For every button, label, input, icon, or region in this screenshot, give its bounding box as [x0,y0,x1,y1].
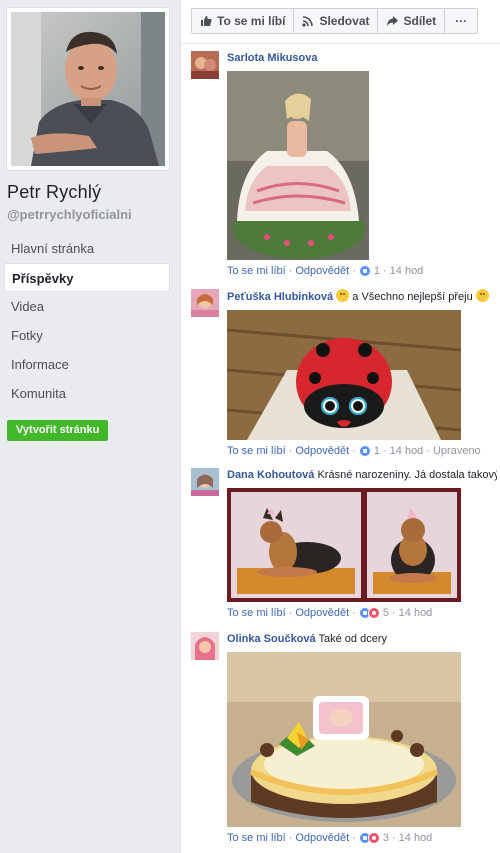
nav-item-posts[interactable]: Příspěvky [4,263,170,292]
comment-photo[interactable] [227,652,461,827]
like-reaction-icon [358,265,371,277]
nav-item-videos[interactable]: Videa [4,292,170,321]
comment-author[interactable]: Sarlota Mikusova [227,52,317,64]
comment-like-link[interactable]: To se mi líbí [227,607,286,619]
more-options-button[interactable]: ··· [444,8,479,34]
comment-photo[interactable] [227,310,461,440]
comment-author[interactable]: Dana Kohoutová [227,469,314,481]
comment-reply-link[interactable]: Odpovědět [295,607,349,619]
comment-text: Také od dcery [318,633,387,645]
edited-label[interactable]: Upraveno [433,445,481,457]
love-reaction-icon [367,832,380,844]
commenter-avatar[interactable] [191,632,219,660]
reaction-summary[interactable] [358,607,380,619]
comment-photo[interactable] [227,488,461,602]
comment-meta: To se mi líbí · Odpovědět · 5 · 14 hod [227,607,433,619]
comment-like-link[interactable]: To se mi líbí [227,265,286,277]
share-button[interactable]: Sdílet [377,8,446,34]
comment-reply-link[interactable]: Odpovědět [295,265,349,277]
reaction-count[interactable]: 3 [383,832,389,844]
comment-time[interactable]: 14 hod [390,265,424,277]
page-name[interactable]: Petr Rychlý [7,182,101,203]
page-handle[interactable]: @petrrychlyoficialni [7,207,132,222]
comment-time[interactable]: 14 hod [399,832,433,844]
profile-photo [11,12,165,166]
page-sidebar: Petr Rychlý @petrrychlyoficialni Hlavní … [0,0,180,853]
like-reaction-icon [358,445,371,457]
comment-text: a Všechno nejlepší přeju [352,291,473,303]
reaction-count[interactable]: 5 [383,607,389,619]
comment-time[interactable]: 14 hod [399,607,433,619]
thumbs-up-icon [200,15,212,27]
like-page-label: To se mi líbí [217,14,286,28]
reaction-count[interactable]: 1 [374,265,380,277]
comment-like-link[interactable]: To se mi líbí [227,445,286,457]
comment-reply-link[interactable]: Odpovědět [295,445,349,457]
smile-emoji-icon [336,289,350,302]
smile-emoji-icon [475,289,489,302]
commenter-avatar[interactable] [191,468,219,496]
rss-icon [302,15,314,27]
comment-text: Krásné narozeniny. Já dostala takový . [317,469,497,481]
profile-picture-frame[interactable] [6,7,170,171]
action-bar-divider [181,43,500,44]
reaction-summary[interactable] [358,265,371,277]
nav-item-photos[interactable]: Fotky [4,321,170,350]
comment-author[interactable]: Peťuška Hlubinková [227,291,333,303]
reaction-summary[interactable] [358,445,371,457]
follow-label: Sledovat [319,14,370,28]
reaction-count[interactable]: 1 [374,445,380,457]
nav-item-about[interactable]: Informace [4,350,170,379]
nav-item-home[interactable]: Hlavní stránka [4,234,170,263]
comment-reply-link[interactable]: Odpovědět [295,832,349,844]
post-comments-panel: To se mi líbí Sledovat Sdílet ··· Sarlot… [180,0,500,853]
comment-meta: To se mi líbí · Odpovědět · 1 · 14 hod · Upr… [227,445,481,457]
create-page-button[interactable]: Vytvořit stránku [7,420,109,441]
commenter-avatar[interactable] [191,289,219,317]
more-icon: ··· [455,14,468,28]
nav-item-community[interactable]: Komunita [4,379,170,408]
comment-author[interactable]: Olinka Součková [227,633,316,645]
comment-photo[interactable] [227,71,369,260]
comment-meta: To se mi líbí · Odpovědět · 1 · 14 hod [227,265,424,277]
comment-time[interactable]: 14 hod [390,445,424,457]
like-page-button[interactable]: To se mi líbí [191,8,295,34]
reaction-summary[interactable] [358,832,380,844]
page-action-bar: To se mi líbí Sledovat Sdílet ··· [191,8,479,34]
comment-like-link[interactable]: To se mi líbí [227,832,286,844]
comment-meta: To se mi líbí · Odpovědět · 3 · 14 hod [227,832,433,844]
commenter-avatar[interactable] [191,51,219,79]
love-reaction-icon [367,607,380,619]
follow-button[interactable]: Sledovat [293,8,379,34]
page-navigation: Hlavní stránka Příspěvky Videa Fotky Inf… [4,234,170,408]
share-arrow-icon [386,15,399,27]
share-label: Sdílet [403,14,437,28]
